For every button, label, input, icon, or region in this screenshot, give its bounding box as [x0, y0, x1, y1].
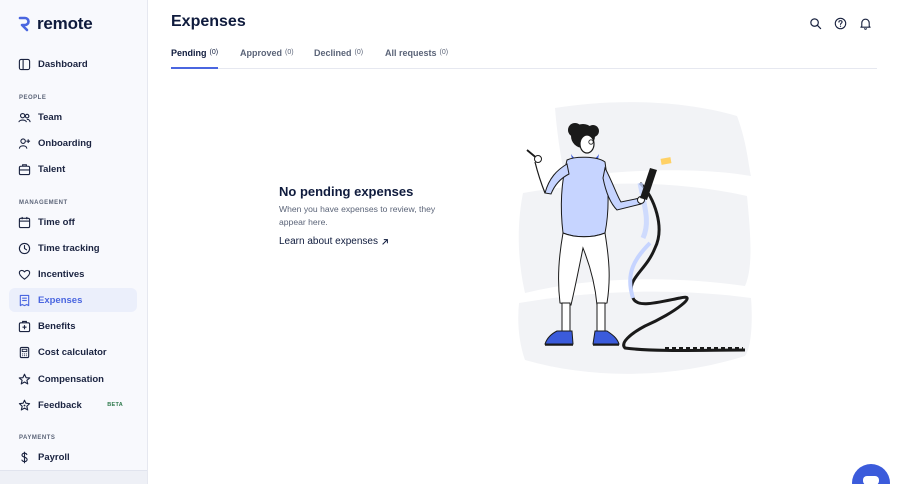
- external-arrow-icon: [382, 238, 388, 245]
- tab-approved[interactable]: Approved (0): [240, 48, 294, 69]
- tab-all-requests[interactable]: All requests (0): [385, 48, 448, 69]
- page-title: Expenses: [171, 13, 246, 30]
- link-label: Learn about expenses: [279, 236, 378, 247]
- tab-label: All requests: [385, 48, 437, 58]
- header-actions: [809, 17, 872, 30]
- sidebar-item-expenses[interactable]: Expenses: [9, 288, 137, 312]
- star-icon: [18, 373, 31, 385]
- sidebar-item-benefits[interactable]: Benefits: [9, 314, 137, 338]
- section-label-management: MANAGEMENT: [19, 200, 68, 206]
- sidebar-item-label: Payroll: [38, 451, 70, 463]
- tab-count: (0): [285, 49, 294, 56]
- dashboard-icon: [18, 58, 31, 70]
- sidebar-item-cost-calculator[interactable]: Cost calculator: [9, 340, 137, 364]
- logo[interactable]: remote: [18, 14, 93, 34]
- sidebar-item-time-tracking[interactable]: Time tracking: [9, 236, 137, 260]
- add-user-icon: [18, 137, 31, 149]
- sidebar-item-label: Dashboard: [38, 58, 88, 70]
- section-label-payments: PAYMENTS: [19, 435, 56, 441]
- heart-icon: [18, 269, 31, 280]
- tab-pending[interactable]: Pending (0): [171, 48, 219, 69]
- sidebar-footer: [0, 470, 147, 484]
- sidebar-item-label: Expenses: [38, 294, 83, 306]
- sidebar-item-time-off[interactable]: Time off: [9, 210, 137, 234]
- sidebar-item-team[interactable]: Team: [9, 105, 137, 129]
- calculator-icon: [19, 346, 30, 358]
- sidebar-item-label: Cost calculator: [38, 346, 107, 358]
- tab-label: Declined: [314, 48, 352, 58]
- beta-badge: BETA: [107, 402, 123, 408]
- tab-label: Pending: [171, 48, 207, 58]
- sidebar-item-label: Team: [38, 111, 63, 123]
- tab-count: (0): [439, 49, 449, 56]
- section-label-people: PEOPLE: [19, 95, 47, 101]
- empty-state-description: When you have expenses to review, they a…: [279, 204, 436, 227]
- sidebar-item-onboarding[interactable]: Onboarding: [9, 131, 137, 155]
- sidebar-item-label: Feedback: [38, 399, 82, 411]
- feedback-icon: [18, 399, 31, 411]
- chat-icon: [863, 476, 879, 484]
- sidebar-item-talent[interactable]: Talent: [9, 157, 137, 181]
- sidebar: remote Dashboard PEOPLE Team Onboarding …: [0, 0, 148, 484]
- benefits-icon: [18, 320, 31, 332]
- sidebar-item-compensation[interactable]: Compensation: [9, 367, 137, 391]
- sidebar-item-label: Talent: [38, 163, 66, 175]
- bell-icon[interactable]: [859, 17, 872, 30]
- sidebar-item-label: Incentives: [38, 268, 85, 280]
- learn-about-expenses-link[interactable]: Learn about expenses: [279, 236, 389, 247]
- sidebar-item-incentives[interactable]: Incentives: [9, 262, 137, 286]
- clock-icon: [18, 242, 31, 254]
- sidebar-item-payroll[interactable]: Payroll: [9, 445, 137, 469]
- remote-logo-icon: [18, 16, 30, 32]
- tab-bar: Pending (0) Approved (0) Declined (0) Al…: [171, 48, 877, 69]
- tab-count: (0): [209, 49, 219, 56]
- tab-declined[interactable]: Declined (0): [314, 48, 363, 69]
- tab-label: Approved: [240, 48, 283, 58]
- search-icon[interactable]: [809, 17, 822, 30]
- chat-support-button[interactable]: [852, 464, 890, 484]
- receipt-icon: [19, 294, 30, 306]
- talent-icon: [18, 163, 31, 175]
- sidebar-item-label: Onboarding: [38, 137, 92, 149]
- empty-state-illustration: [518, 102, 752, 374]
- empty-state-title: No pending expenses: [279, 184, 414, 199]
- tab-count: (0): [354, 49, 364, 56]
- help-icon[interactable]: [834, 17, 847, 30]
- sidebar-item-feedback[interactable]: Feedback BETA: [9, 393, 137, 417]
- sidebar-item-label: Benefits: [38, 320, 76, 332]
- logo-text: remote: [37, 14, 93, 33]
- sidebar-item-dashboard[interactable]: Dashboard: [9, 52, 137, 76]
- calendar-icon: [18, 216, 31, 228]
- dollar-icon: [21, 451, 28, 463]
- sidebar-item-label: Compensation: [38, 373, 104, 385]
- sidebar-item-label: Time off: [38, 216, 75, 228]
- sidebar-item-label: Time tracking: [38, 242, 100, 254]
- team-icon: [18, 112, 31, 122]
